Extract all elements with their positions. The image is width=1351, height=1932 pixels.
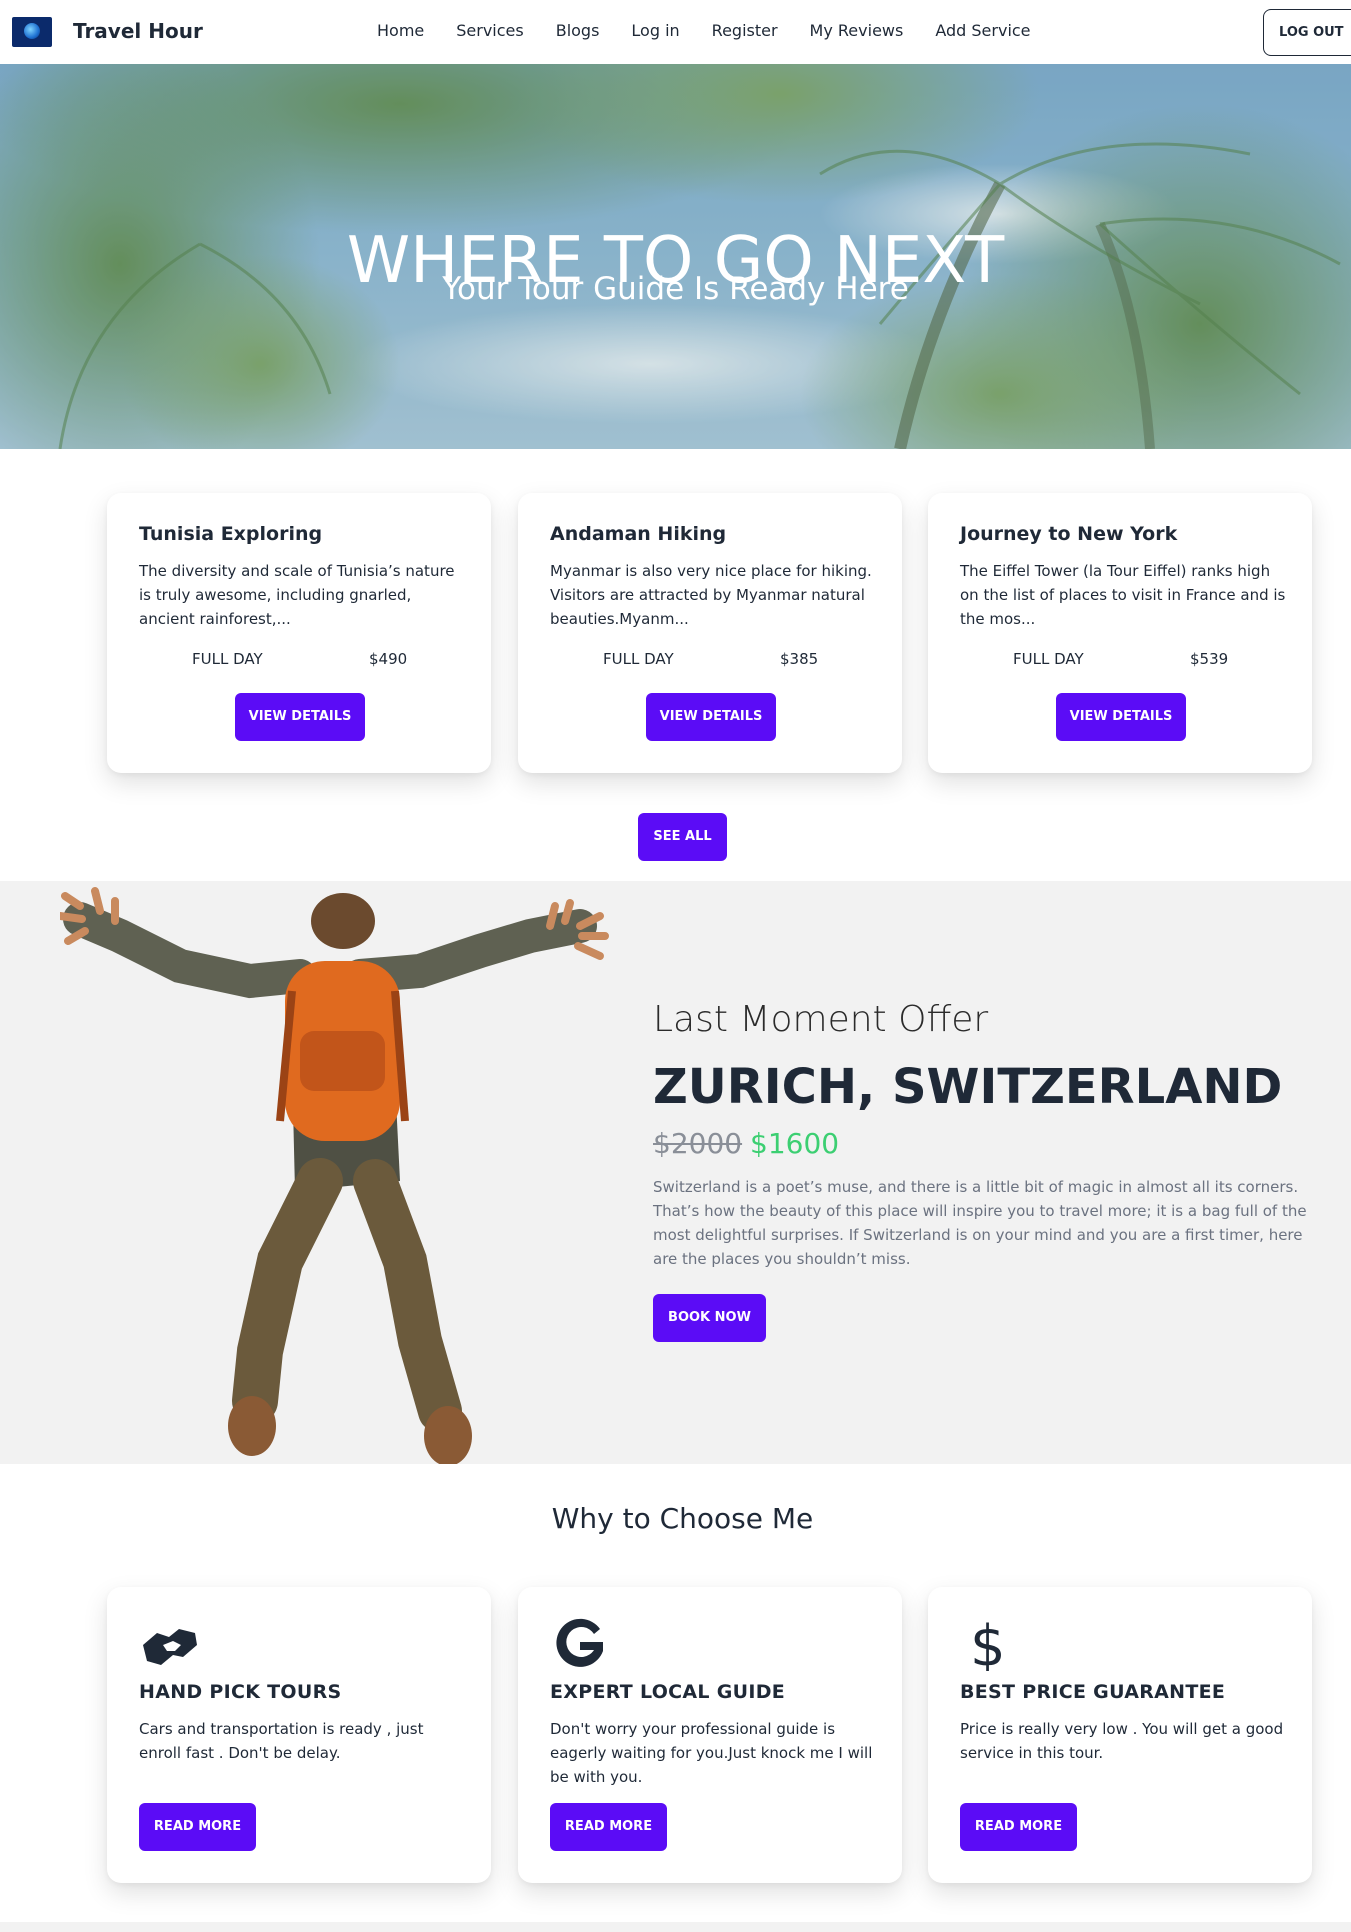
feature-title: EXPERT LOCAL GUIDE (550, 1681, 786, 1703)
why-section-title: Why to Choose Me (551, 1502, 814, 1535)
logout-button[interactable]: LOG OUT (1263, 9, 1351, 56)
svg-text:$: $ (970, 1615, 1006, 1671)
service-description: The diversity and scale of Tunisia’s nat… (139, 562, 455, 628)
service-card: Tunisia Exploring The diversity and scal… (107, 493, 491, 773)
feature-description: Don't worry your professional guide is e… (550, 1720, 873, 1786)
service-price: $539 (1190, 650, 1229, 668)
hero-banner: WHERE TO GO NEXT Your Tour Guide Is Read… (0, 64, 1351, 449)
nav-link-my-reviews[interactable]: My Reviews (810, 21, 904, 40)
logo-image[interactable] (12, 17, 52, 47)
service-duration: FULL DAY (603, 650, 674, 668)
offer-old-price: $2000 (653, 1127, 743, 1160)
dollar-icon: $ (970, 1615, 1006, 1671)
offer-description: Switzerland is a poet’s muse, and there … (653, 1178, 1307, 1268)
view-details-button[interactable]: VIEW DETAILS (646, 693, 776, 741)
service-duration: FULL DAY (192, 650, 263, 668)
read-more-button[interactable]: READ MORE (550, 1803, 667, 1851)
offer-title: ZURICH, SWITZERLAND (653, 1059, 1283, 1115)
read-more-button[interactable]: READ MORE (960, 1803, 1077, 1851)
feature-title: HAND PICK TOURS (139, 1681, 342, 1703)
service-description: Myanmar is also very nice place for hiki… (550, 562, 872, 628)
service-title: Journey to New York (960, 523, 1178, 545)
feature-description: Price is really very low . You will get … (960, 1720, 1284, 1762)
hero-subtitle: Your Tour Guide Is Ready Here (442, 271, 909, 307)
service-card: Andaman Hiking Myanmar is also very nice… (518, 493, 902, 773)
globe-icon (24, 23, 40, 39)
view-details-button[interactable]: VIEW DETAILS (235, 693, 365, 741)
service-price: $385 (780, 650, 819, 668)
nav-link-login[interactable]: Log in (631, 21, 679, 40)
nav-link-register[interactable]: Register (712, 21, 778, 40)
service-description: The Eiffel Tower (la Tour Eiffel) ranks … (960, 562, 1286, 628)
traveler-jumping-image (60, 887, 609, 1464)
feature-card: EXPERT LOCAL GUIDE Don't worry your prof… (518, 1587, 902, 1883)
view-details-button[interactable]: VIEW DETAILS (1056, 693, 1186, 741)
nav-link-blogs[interactable]: Blogs (556, 21, 600, 40)
feature-card: HAND PICK TOURS Cars and transportation … (107, 1587, 491, 1883)
book-now-button[interactable]: BOOK NOW (653, 1294, 766, 1342)
navbar: Travel Hour Home Services Blogs Log in R… (0, 0, 1351, 64)
nav-link-home[interactable]: Home (377, 21, 424, 40)
feature-card: $ BEST PRICE GUARANTEE Price is really v… (928, 1587, 1312, 1883)
nav-link-add-service[interactable]: Add Service (935, 21, 1030, 40)
nav-links: Home Services Blogs Log in Register My R… (377, 21, 1063, 40)
google-g-icon (556, 1618, 603, 1667)
service-card: Journey to New York The Eiffel Tower (la… (928, 493, 1312, 773)
footer-strip (0, 1922, 1351, 1932)
nav-link-services[interactable]: Services (456, 21, 523, 40)
service-price: $490 (369, 650, 408, 668)
read-more-button[interactable]: READ MORE (139, 1803, 256, 1851)
service-title: Andaman Hiking (550, 523, 727, 545)
offer-section: Last Moment Offer ZURICH, SWITZERLAND $2… (0, 881, 1351, 1464)
offer-subtitle: Last Moment Offer (653, 999, 989, 1040)
feature-description: Cars and transportation is ready , just … (139, 1720, 424, 1762)
see-all-button[interactable]: SEE ALL (638, 813, 727, 861)
offer-new-price: $1600 (750, 1127, 840, 1160)
handshake-icon (143, 1629, 197, 1665)
feature-title: BEST PRICE GUARANTEE (960, 1681, 1226, 1703)
service-title: Tunisia Exploring (139, 523, 323, 545)
service-duration: FULL DAY (1013, 650, 1084, 668)
brand-name[interactable]: Travel Hour (73, 19, 203, 43)
